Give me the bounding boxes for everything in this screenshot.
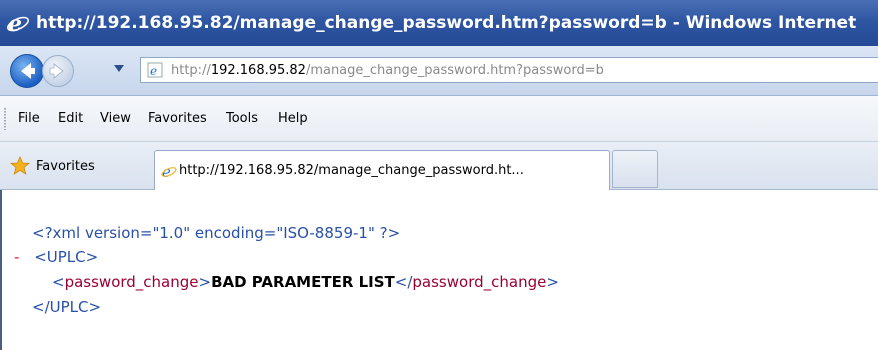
menu-grip[interactable] [4,108,6,130]
xml-child-close-tag: password_change [412,273,547,291]
xml-child-line: <password_change>BAD PARAMETER LIST</pas… [52,273,559,291]
xml-declaration: <?xml version="1.0" encoding="ISO-8859-1… [32,224,401,242]
xml-child-text: BAD PARAMETER LIST [211,273,395,291]
xml-gt-close: > [546,273,559,291]
address-path: /manage_change_password.htm?password=b [305,62,604,78]
menu-bar: File Edit View Favorites Tools Help [0,96,878,142]
collapse-toggle[interactable]: - [14,248,19,266]
address-prefix: http:// [171,62,211,78]
xml-lt: < [52,273,65,291]
tab-label: http://192.168.95.82/manage_change_passw… [179,163,524,178]
page-content: <?xml version="1.0" encoding="ISO-8859-1… [0,190,878,350]
menu-help[interactable]: Help [278,111,308,126]
window-title: http://192.168.95.82/manage_change_passw… [36,13,857,33]
history-dropdown-icon[interactable] [114,65,124,73]
xml-root-close: </UPLC> [32,298,102,316]
back-arrow-icon [21,63,35,79]
favorites-button[interactable]: Favorites [10,156,95,176]
new-tab-button[interactable] [612,150,658,188]
navigation-bar: e http://192.168.95.82/manage_change_pas… [0,46,878,96]
menu-edit[interactable]: Edit [58,111,83,126]
back-button[interactable] [10,54,44,88]
forward-button[interactable] [42,55,74,87]
menu-file[interactable]: File [18,111,40,126]
menu-tools[interactable]: Tools [226,111,258,126]
star-icon [10,156,30,175]
address-host: 192.168.95.82 [210,62,306,78]
tab-current[interactable]: e http://192.168.95.82/manage_change_pas… [154,150,610,190]
address-bar[interactable]: e http://192.168.95.82/manage_change_pas… [140,57,878,83]
xml-lt-slash: </ [394,273,413,291]
menu-view[interactable]: View [100,111,131,126]
menu-favorites[interactable]: Favorites [148,111,207,126]
ie-logo-icon: e [7,11,29,35]
favorites-label: Favorites [36,158,95,174]
window-titlebar: e http://192.168.95.82/manage_change_pas… [0,0,878,46]
ie-page-icon: e [147,62,163,78]
xml-root-open-line: - <UPLC> [14,248,98,266]
xml-root-open: <UPLC> [34,248,99,266]
xml-gt: > [198,273,212,291]
svg-text:e: e [150,64,157,78]
xml-child-open-tag: password_change [64,273,199,291]
forward-arrow-icon [49,63,64,79]
favorites-bar: Favorites e http://192.168.95.82/manage_… [0,142,878,190]
ie-page-icon: e [161,163,177,179]
